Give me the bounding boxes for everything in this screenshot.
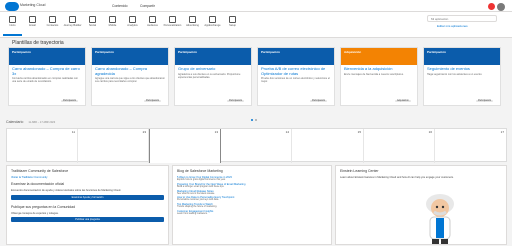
post-text: Obtenga consejos de expertos y colegas. xyxy=(11,211,59,215)
calendar-range: 11 ABR – 17 ABR 2023 xyxy=(28,121,56,124)
calendar-day[interactable]: 17 xyxy=(435,129,506,163)
appexchange-icon xyxy=(209,16,216,23)
journey-icon xyxy=(69,16,76,23)
journey-template-card[interactable]: Participación Seguimiento de eventos Hag… xyxy=(423,47,501,106)
app-item-advertising[interactable]: Advertising xyxy=(183,14,202,36)
analytics-icon xyxy=(129,16,136,23)
calendar-day[interactable]: 23 xyxy=(78,129,149,163)
card-description: Convierta carritos abandonados en compra… xyxy=(12,77,79,84)
card-category: Adquisición xyxy=(341,48,417,65)
edit-apps-link[interactable]: Editar mis aplicaciones xyxy=(437,24,468,28)
card-tag: Participación xyxy=(61,100,79,102)
nav-contenido[interactable]: Contenido xyxy=(112,4,127,8)
card-tag: Participación xyxy=(476,100,494,102)
card-title[interactable]: Prueba A/B de correo electrónico de Opti… xyxy=(258,65,334,77)
calendar-day[interactable]: 15 xyxy=(292,129,364,163)
card-description: Pruebe dos versiones de un correo electr… xyxy=(261,77,330,84)
global-header: Marketing Cloud Contenido Compartir xyxy=(0,0,512,12)
app-item-home[interactable]: Inicio xyxy=(3,14,22,36)
calendar-title: Calendario xyxy=(6,120,24,124)
card-tag: Participación xyxy=(227,100,245,102)
app-search-input[interactable]: Mi aplicación xyxy=(427,15,497,22)
card-tag: Participación xyxy=(310,100,328,102)
carousel-dot[interactable] xyxy=(255,119,257,121)
card-category: Participación xyxy=(9,48,85,65)
app-item-appexchange[interactable]: AppExchange xyxy=(203,14,222,36)
card-description: Agregue una carrera que sigue a los clie… xyxy=(95,77,165,84)
app-item-contacts[interactable]: Contactos xyxy=(43,14,62,36)
journey-template-card[interactable]: Participación Grupo de aniversario Agrad… xyxy=(174,47,252,106)
einstein-title: Einstein Learning Center xyxy=(340,169,379,173)
setup-icon xyxy=(229,16,236,23)
card-tag: Adquisición xyxy=(395,100,411,102)
card-description: Haga seguimiento con los asistentes a un… xyxy=(427,72,483,76)
card-category: Participación xyxy=(92,48,168,65)
card-description: Agradezca a sus clientes en su aniversar… xyxy=(178,72,241,79)
advertising-icon xyxy=(189,16,196,23)
app-item-journey[interactable]: Journey Builder xyxy=(63,14,82,36)
card-category: Participación xyxy=(258,48,334,65)
blog-item[interactable]: Preparing Your Brand for the Next Wave o… xyxy=(173,183,331,190)
calendar-header: Calendario 11 ABR – 17 ABR 2023 xyxy=(6,120,55,124)
blog-item[interactable]: Top Marketing Trends to Watch Trends shap… xyxy=(173,203,331,210)
salesforce-logo[interactable] xyxy=(5,2,19,11)
app-item-analytics[interactable]: Analytics xyxy=(123,14,142,36)
calendar-day-today[interactable]: 13 xyxy=(149,129,221,163)
post-button[interactable]: Publicar una pregunta xyxy=(11,216,164,222)
card-title[interactable]: Grupo de aniversario xyxy=(175,65,251,73)
docs-button[interactable]: Examinar Ayuda y formación xyxy=(11,194,164,200)
app-item-social[interactable]: Social xyxy=(83,14,102,36)
post-heading: Publique sus preguntas en la Comunidad xyxy=(11,204,76,209)
journey-template-card[interactable]: Participación Carro abandonado – Compra … xyxy=(8,47,86,106)
card-title[interactable]: Seguimiento de eventos xyxy=(424,65,500,73)
social-icon xyxy=(89,16,96,23)
journey-template-card[interactable]: Participación Prueba A/B de correo elect… xyxy=(257,47,335,106)
einstein-text: Learn about Einstein features in Marketi… xyxy=(340,176,454,179)
einstein-mascot-illustration xyxy=(426,194,454,244)
mobile-icon xyxy=(109,16,116,23)
community-panel: Trailblazer Community de Salesforce Visi… xyxy=(6,165,169,245)
card-category: Participación xyxy=(424,48,500,65)
app-item-setup[interactable]: Setup xyxy=(223,14,242,36)
docs-heading: Examinar la documentación oficial xyxy=(11,182,65,187)
blog-item[interactable]: 5 Ways to Grow Your Digital Commerce in … xyxy=(173,176,331,183)
avatar[interactable] xyxy=(497,3,505,11)
audience-icon xyxy=(149,16,156,23)
card-tag: Participación xyxy=(144,100,162,102)
card-title[interactable]: Bienvenida a la adquisición xyxy=(341,65,417,73)
contacts-icon xyxy=(49,16,56,23)
app-item-email[interactable]: Email xyxy=(23,14,42,36)
app-item-personalization[interactable]: Personalization xyxy=(163,14,182,36)
app-switcher-bar: Inicio Email Contactos Journey Builder S… xyxy=(0,12,512,38)
calendar-day[interactable]: 14 xyxy=(221,129,292,163)
home-icon xyxy=(9,16,16,23)
personalization-icon xyxy=(169,16,176,23)
card-category: Participación xyxy=(175,48,251,65)
calendar-strip: 11 23 13 14 15 16 17 xyxy=(6,128,507,163)
card-title[interactable]: Carro abandonado – Compra de carro 3x xyxy=(9,65,85,77)
app-item-mobile[interactable]: Mobile xyxy=(103,14,122,36)
carousel-dot[interactable] xyxy=(251,119,253,121)
journey-template-card[interactable]: Adquisición Bienvenida a la adquisición … xyxy=(340,47,418,106)
notification-icon[interactable] xyxy=(488,3,495,10)
nav-compartir[interactable]: Compartir xyxy=(140,4,155,8)
community-title: Trailblazer Community de Salesforce xyxy=(11,169,69,173)
blog-title: Blog de Salesforce Marketing xyxy=(177,169,223,173)
app-name: Marketing Cloud xyxy=(20,3,46,7)
docs-text: Encuentre documentación de ayuda y video… xyxy=(11,189,122,193)
blog-item[interactable]: Customer Engagement Insights Learn from l… xyxy=(173,210,331,217)
email-icon xyxy=(29,16,36,23)
journey-template-card[interactable]: Participación Carro abandonado – Compra … xyxy=(91,47,169,106)
card-description: Envíe mensajes de bienvenida a nuevos su… xyxy=(344,72,404,76)
card-title[interactable]: Carro abandonado – Compra agradecida xyxy=(92,65,168,77)
carousel-pagination[interactable] xyxy=(250,108,262,121)
calendar-day[interactable]: 16 xyxy=(364,129,435,163)
calendar-day[interactable]: 11 xyxy=(7,129,78,163)
panel-title: Plantillas de trayectoria xyxy=(12,40,64,46)
blog-panel: Blog de Salesforce Marketing 5 Ways to G… xyxy=(172,165,332,245)
app-item-audience[interactable]: Audience xyxy=(143,14,162,36)
